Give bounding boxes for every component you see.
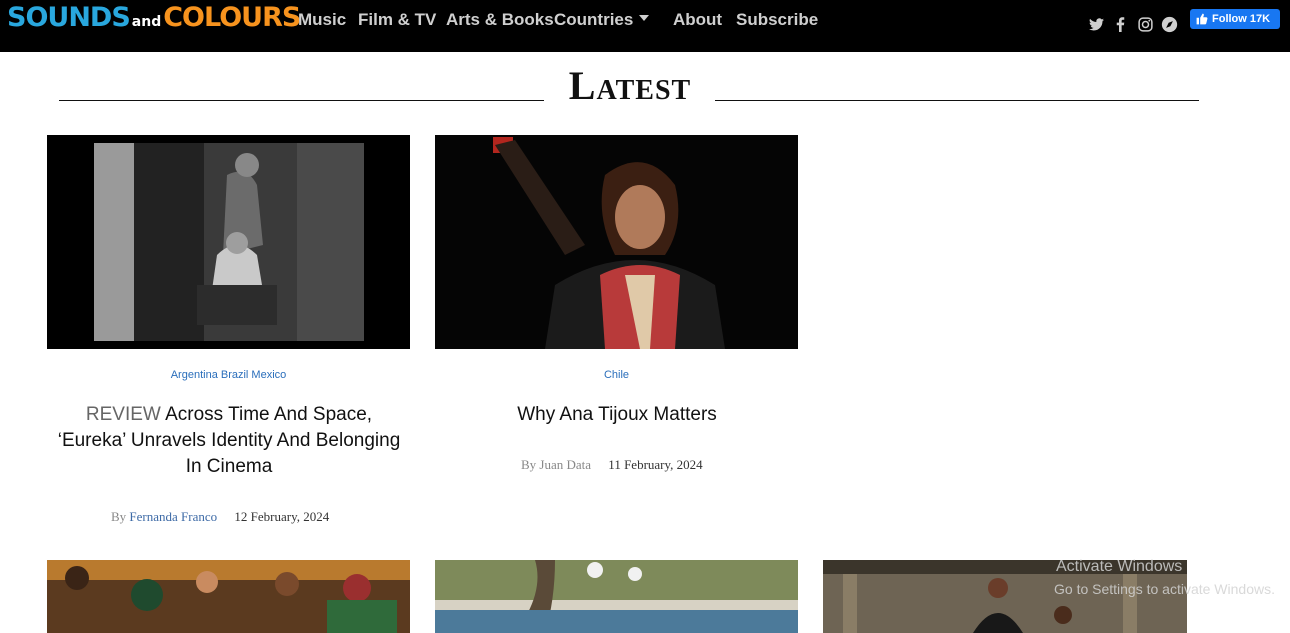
facebook-icon[interactable]: [1111, 15, 1129, 33]
instagram-icon[interactable]: [1136, 15, 1154, 33]
author-link[interactable]: Juan Data: [539, 457, 591, 472]
logo-and: and: [131, 14, 162, 30]
facebook-follow-button[interactable]: Follow 17K: [1190, 9, 1280, 29]
article-byline: By Fernanda Franco 12 February, 2024: [111, 509, 329, 525]
nav-countries-label[interactable]: Countries: [554, 10, 633, 30]
nav-film-tv-label[interactable]: Film & TV: [358, 10, 436, 30]
activate-windows-subtitle: Go to Settings to activate Windows.: [1054, 581, 1275, 597]
nav-countries[interactable]: Countries: [554, 9, 650, 31]
article-byline: By Juan Data 11 February, 2024: [521, 457, 703, 473]
nav-subscribe-label[interactable]: Subscribe: [736, 10, 818, 30]
party-crowd-image: [47, 560, 410, 633]
author-link[interactable]: Fernanda Franco: [129, 509, 217, 524]
nav-about-label[interactable]: About: [673, 10, 722, 30]
article-thumbnail[interactable]: [47, 560, 410, 633]
article-title-text[interactable]: Why Ana Tijoux Matters: [517, 404, 717, 425]
chevron-down-icon: [639, 15, 650, 21]
heading-rule-left: [59, 100, 544, 101]
courtyard-tree-image: [435, 560, 798, 633]
twitter-icon[interactable]: [1087, 15, 1105, 33]
review-tag: REVIEW: [85, 404, 161, 425]
article-title[interactable]: Why Ana Tijoux Matters: [443, 402, 791, 428]
article-thumbnail-ana-tijoux[interactable]: [435, 135, 798, 349]
logo-colours: COLOURS: [163, 2, 301, 33]
section-title: Latest: [568, 63, 692, 108]
byline-prefix: By: [521, 457, 537, 472]
logo-sounds: SOUNDS: [7, 2, 131, 33]
nav-about[interactable]: About: [673, 9, 722, 31]
category-link[interactable]: Argentina Brazil Mexico: [171, 369, 287, 381]
thumbs-up-icon: [1196, 13, 1208, 25]
nav-arts-books[interactable]: Arts & Books: [446, 9, 554, 31]
activate-windows-title: Activate Windows: [1056, 558, 1183, 575]
eureka-still-image: [47, 135, 410, 349]
nav-music-label[interactable]: Music: [298, 10, 346, 30]
article-date: 11 February, 2024: [608, 457, 703, 472]
article-thumbnail-eureka[interactable]: [47, 135, 410, 349]
site-logo[interactable]: SOUNDS andCOLOURS: [7, 2, 301, 38]
article-date: 12 February, 2024: [234, 509, 330, 524]
article-thumbnail[interactable]: [435, 560, 798, 633]
ana-tijoux-photo: [435, 135, 798, 349]
article-title[interactable]: REVIEW Across Time And Space, ‘Eureka’ U…: [55, 402, 403, 480]
facebook-follow-label: Follow 17K: [1212, 13, 1271, 25]
heading-rule-right: [715, 100, 1199, 101]
nav-music[interactable]: Music: [298, 9, 346, 31]
nav-arts-books-label[interactable]: Arts & Books: [446, 10, 554, 30]
mixcloud-icon[interactable]: [1160, 15, 1178, 33]
article-categories[interactable]: Argentina Brazil Mexico: [47, 369, 410, 381]
site-header: SOUNDS andCOLOURS Music Film & TV Arts & …: [0, 0, 1290, 52]
article-categories[interactable]: Chile: [435, 369, 798, 381]
nav-subscribe[interactable]: Subscribe: [736, 9, 818, 31]
byline-prefix: By: [111, 509, 127, 524]
category-link[interactable]: Chile: [604, 369, 629, 381]
nav-film-tv[interactable]: Film & TV: [358, 9, 436, 31]
